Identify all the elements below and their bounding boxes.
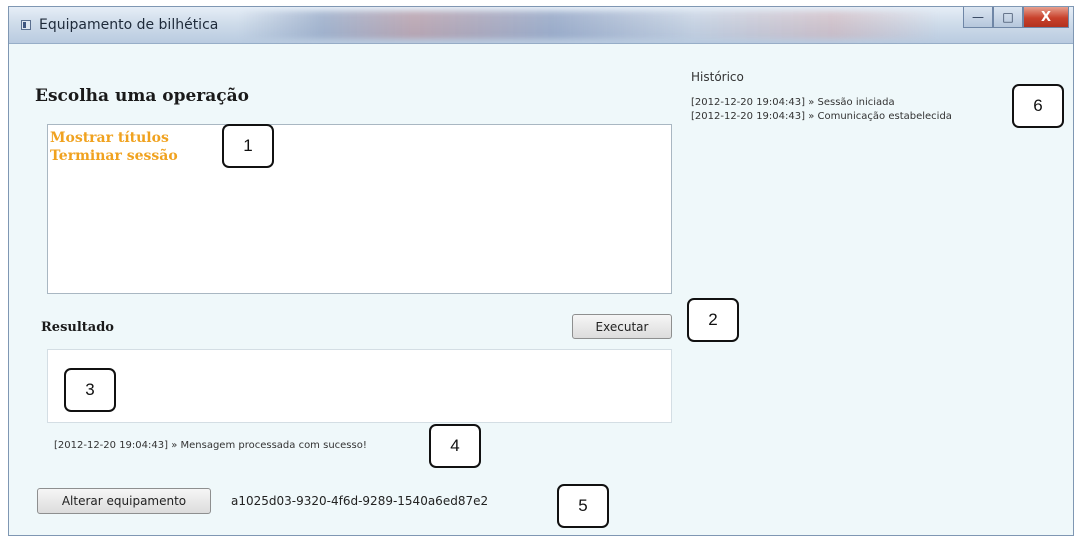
device-id: a1025d03-9320-4f6d-9289-1540a6ed87e2 bbox=[231, 494, 489, 508]
result-box bbox=[47, 349, 672, 423]
status-message: [2012-12-20 19:04:43] » Mensagem process… bbox=[54, 440, 367, 451]
window-controls: — □ X bbox=[963, 7, 1069, 29]
execute-button[interactable]: Executar bbox=[572, 314, 672, 339]
history-list: [2012-12-20 19:04:43] » Sessão iniciada … bbox=[691, 96, 952, 124]
operations-heading: Escolha uma operação bbox=[35, 86, 249, 106]
callout-6: 6 bbox=[1012, 84, 1064, 128]
app-window: Equipamento de bilhética — □ X Escolha u… bbox=[8, 6, 1074, 536]
client-area: Escolha uma operação Mostrar títulos Ter… bbox=[9, 44, 1073, 535]
app-icon bbox=[21, 20, 31, 30]
operations-list[interactable]: Mostrar títulos Terminar sessão bbox=[47, 124, 672, 294]
callout-3: 3 bbox=[64, 368, 116, 412]
callout-4: 4 bbox=[429, 424, 481, 468]
title-bar-blur bbox=[239, 11, 939, 39]
window-title: Equipamento de bilhética bbox=[39, 17, 219, 33]
title-bar[interactable]: Equipamento de bilhética — □ X bbox=[9, 7, 1073, 44]
history-entry: [2012-12-20 19:04:43] » Sessão iniciada bbox=[691, 97, 895, 108]
minimize-button[interactable]: — bbox=[963, 7, 993, 28]
close-button[interactable]: X bbox=[1023, 7, 1069, 28]
operation-item-terminar-sessao[interactable]: Terminar sessão bbox=[50, 147, 669, 165]
callout-5: 5 bbox=[557, 484, 609, 528]
operation-item-mostrar-titulos[interactable]: Mostrar títulos bbox=[50, 129, 669, 147]
result-heading: Resultado bbox=[41, 320, 114, 335]
maximize-button[interactable]: □ bbox=[993, 7, 1023, 28]
callout-1: 1 bbox=[222, 124, 274, 168]
history-heading: Histórico bbox=[691, 70, 744, 84]
history-entry: [2012-12-20 19:04:43] » Comunicação esta… bbox=[691, 111, 952, 122]
change-device-button[interactable]: Alterar equipamento bbox=[37, 488, 211, 514]
callout-2: 2 bbox=[687, 298, 739, 342]
